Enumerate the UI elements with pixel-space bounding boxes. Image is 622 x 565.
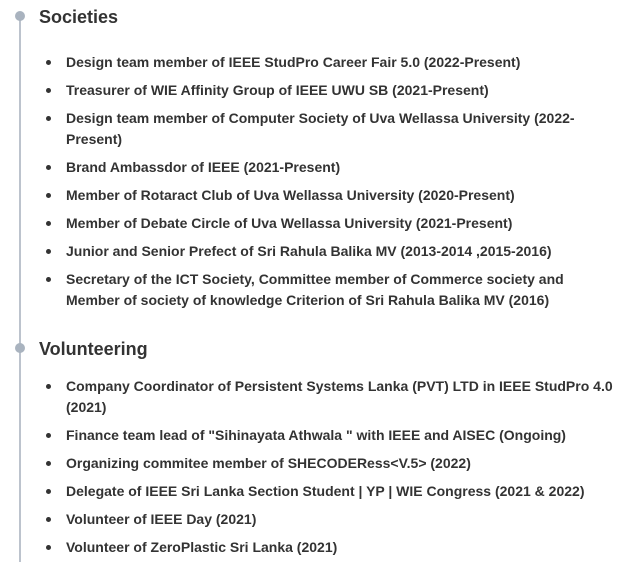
list-item: Volunteer of IEEE Day (2021) — [0, 509, 622, 530]
list-item-text: Organizing commitee member of SHECODERes… — [66, 455, 471, 471]
list-item: Organizing commitee member of SHECODERes… — [0, 453, 622, 474]
list-item-text: Design team member of IEEE StudPro Caree… — [66, 54, 521, 70]
list-item: Member of Rotaract Club of Uva Wellassa … — [0, 185, 622, 206]
bullet-icon — [46, 165, 51, 170]
bullet-icon — [46, 433, 51, 438]
list-item-text: Treasurer of WIE Affinity Group of IEEE … — [66, 82, 489, 98]
bullet-icon — [46, 489, 51, 494]
list-item: Finance team lead of "Sihinayata Athwala… — [0, 425, 622, 446]
list-item-text: Junior and Senior Prefect of Sri Rahula … — [66, 243, 552, 259]
list-item-text: Design team member of Computer Society o… — [66, 110, 575, 147]
bullet-icon — [46, 545, 51, 550]
list-item-text: Volunteer of ZeroPlastic Sri Lanka (2021… — [66, 539, 338, 555]
list-item-text: Delegate of IEEE Sri Lanka Section Stude… — [66, 483, 585, 499]
bullet-icon — [46, 88, 51, 93]
list-item-text: Finance team lead of "Sihinayata Athwala… — [66, 427, 566, 443]
bullet-icon — [46, 193, 51, 198]
list-item-text: Member of Rotaract Club of Uva Wellassa … — [66, 187, 515, 203]
list-item: Member of Debate Circle of Uva Wellassa … — [0, 213, 622, 234]
list-item: Treasurer of WIE Affinity Group of IEEE … — [0, 80, 622, 101]
list-item: Company Coordinator of Persistent System… — [0, 376, 622, 418]
list-item: Design team member of Computer Society o… — [0, 108, 622, 150]
bullet-icon — [46, 384, 51, 389]
list-item-text: Brand Ambassdor of IEEE (2021-Present) — [66, 159, 341, 175]
list-item-text: Volunteer of IEEE Day (2021) — [66, 511, 257, 527]
list-item: Volunteer of ZeroPlastic Sri Lanka (2021… — [0, 537, 622, 558]
volunteering-heading: Volunteering — [39, 339, 148, 359]
societies-heading: Societies — [39, 7, 119, 27]
list-item-text: Company Coordinator of Persistent System… — [66, 378, 613, 415]
societies-timeline-dot — [15, 11, 25, 21]
list-item-text: Member of Debate Circle of Uva Wellassa … — [66, 215, 513, 231]
bullet-icon — [46, 517, 51, 522]
list-item: Delegate of IEEE Sri Lanka Section Stude… — [0, 481, 622, 502]
list-item: Junior and Senior Prefect of Sri Rahula … — [0, 241, 622, 262]
bullet-icon — [46, 277, 51, 282]
list-item: Secretary of the ICT Society, Committee … — [0, 269, 622, 311]
list-item-text: Secretary of the ICT Society, Committee … — [66, 271, 564, 308]
bullet-icon — [46, 221, 51, 226]
volunteering-timeline-dot — [15, 343, 25, 353]
bullet-icon — [46, 461, 51, 466]
bullet-icon — [46, 249, 51, 254]
bullet-icon — [46, 116, 51, 121]
list-item: Brand Ambassdor of IEEE (2021-Present) — [0, 157, 622, 178]
volunteering-list: Company Coordinator of Persistent System… — [0, 376, 622, 565]
societies-list: Design team member of IEEE StudPro Caree… — [0, 52, 622, 318]
list-item: Design team member of IEEE StudPro Caree… — [0, 52, 622, 73]
bullet-icon — [46, 60, 51, 65]
